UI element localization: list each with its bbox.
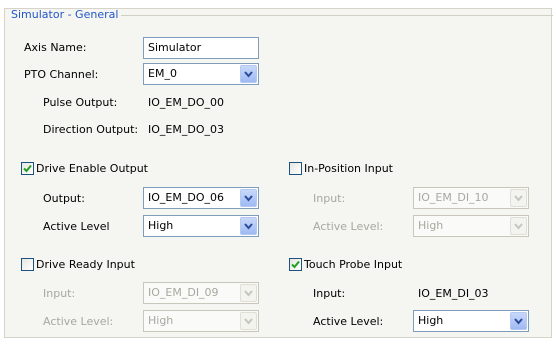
drive-ready-level-select[interactable]: High (143, 310, 259, 332)
in-position-input-select[interactable]: IO_EM_DI_10 (413, 187, 529, 209)
axis-name-label: Axis Name: (24, 41, 87, 54)
drive-enable-label[interactable]: Drive Enable Output (36, 162, 148, 176)
touch-probe-input-value: IO_EM_DI_03 (418, 287, 489, 300)
in-position-level-value: High (418, 219, 444, 232)
drive-ready-level-value: High (148, 314, 174, 327)
group-title: Simulator - General (8, 9, 122, 21)
in-position-checkbox[interactable] (289, 162, 302, 175)
drive-enable-output-label: Output: (43, 192, 85, 205)
drive-enable-level-value: High (148, 219, 174, 232)
drive-ready-input-value: IO_EM_DI_09 (148, 286, 219, 299)
drive-ready-input-select[interactable]: IO_EM_DI_09 (143, 282, 259, 304)
touch-probe-level-label: Active Level: (313, 315, 384, 328)
drive-ready-level-label: Active Level: (43, 315, 114, 328)
drive-enable-level-select[interactable]: High (143, 215, 259, 237)
in-position-input-value: IO_EM_DI_10 (418, 191, 489, 204)
pto-channel-select[interactable]: EM_0 (143, 63, 259, 85)
in-position-label[interactable]: In-Position Input (304, 162, 393, 176)
chevron-down-icon[interactable] (510, 217, 527, 235)
axis-name-input[interactable]: Simulator (143, 37, 259, 59)
pulse-output-label: Pulse Output: (43, 96, 118, 109)
chevron-down-icon[interactable] (240, 284, 257, 302)
drive-enable-output-select[interactable]: IO_EM_DO_06 (143, 187, 259, 209)
drive-enable-level-label: Active Level (43, 220, 110, 233)
chevron-down-icon[interactable] (240, 189, 257, 207)
direction-output-value: IO_EM_DO_03 (148, 123, 224, 136)
direction-output-label: Direction Output: (43, 123, 139, 136)
touch-probe-label[interactable]: Touch Probe Input (304, 258, 402, 272)
touch-probe-input-label: Input: (313, 287, 346, 300)
chevron-down-icon[interactable] (510, 312, 527, 330)
touch-probe-level-select[interactable]: High (413, 310, 529, 332)
drive-enable-output-value: IO_EM_DO_06 (148, 191, 224, 204)
drive-ready-input-label: Input: (43, 287, 76, 300)
pto-channel-value: EM_0 (148, 67, 177, 80)
pulse-output-value: IO_EM_DO_00 (148, 96, 224, 109)
drive-ready-checkbox[interactable] (21, 258, 34, 271)
drive-ready-label[interactable]: Drive Ready Input (36, 258, 135, 272)
in-position-input-label: Input: (313, 192, 346, 205)
drive-enable-checkbox[interactable] (21, 162, 34, 175)
in-position-level-label: Active Level: (313, 220, 384, 233)
chevron-down-icon[interactable] (240, 65, 257, 83)
pto-channel-label: PTO Channel: (24, 68, 99, 81)
chevron-down-icon[interactable] (240, 217, 257, 235)
touch-probe-checkbox[interactable] (289, 258, 302, 271)
touch-probe-level-value: High (418, 314, 444, 327)
in-position-level-select[interactable]: High (413, 215, 529, 237)
chevron-down-icon[interactable] (240, 312, 257, 330)
chevron-down-icon[interactable] (510, 189, 527, 207)
